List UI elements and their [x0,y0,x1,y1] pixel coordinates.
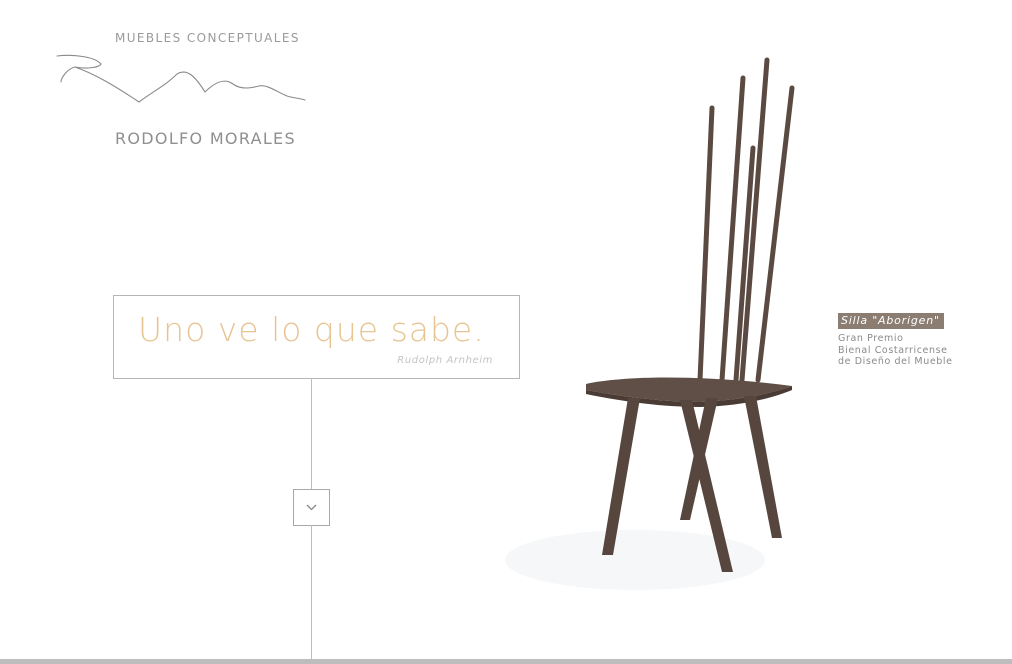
timeline-line-bottom [311,525,312,664]
brand-tagline: MUEBLES CONCEPTUALES [115,31,300,45]
product-title[interactable]: Silla "Aborigen" [838,313,944,329]
product-caption: Silla "Aborigen" Gran Premio Bienal Cost… [838,311,953,368]
quote-box: Uno ve lo que sabe. Rudolph Arnheim [113,295,520,379]
award-line: Gran Premio [838,333,904,344]
scroll-down-button[interactable] [293,489,330,526]
award-line: de Diseño del Mueble [838,356,953,367]
product-award: Gran Premio Bienal Costarricense de Dise… [838,333,953,368]
timeline-line-top [311,378,312,489]
quote-text: Uno ve lo que sabe. [138,310,485,349]
brand-name: RODOLFO MORALES [115,129,296,148]
award-line: Bienal Costarricense [838,344,948,356]
bottom-bar [0,659,1012,664]
quote-author: Rudolph Arnheim [397,355,493,366]
chevron-down-icon [306,504,317,511]
chair-image [505,57,795,590]
signature-logo [56,54,306,103]
